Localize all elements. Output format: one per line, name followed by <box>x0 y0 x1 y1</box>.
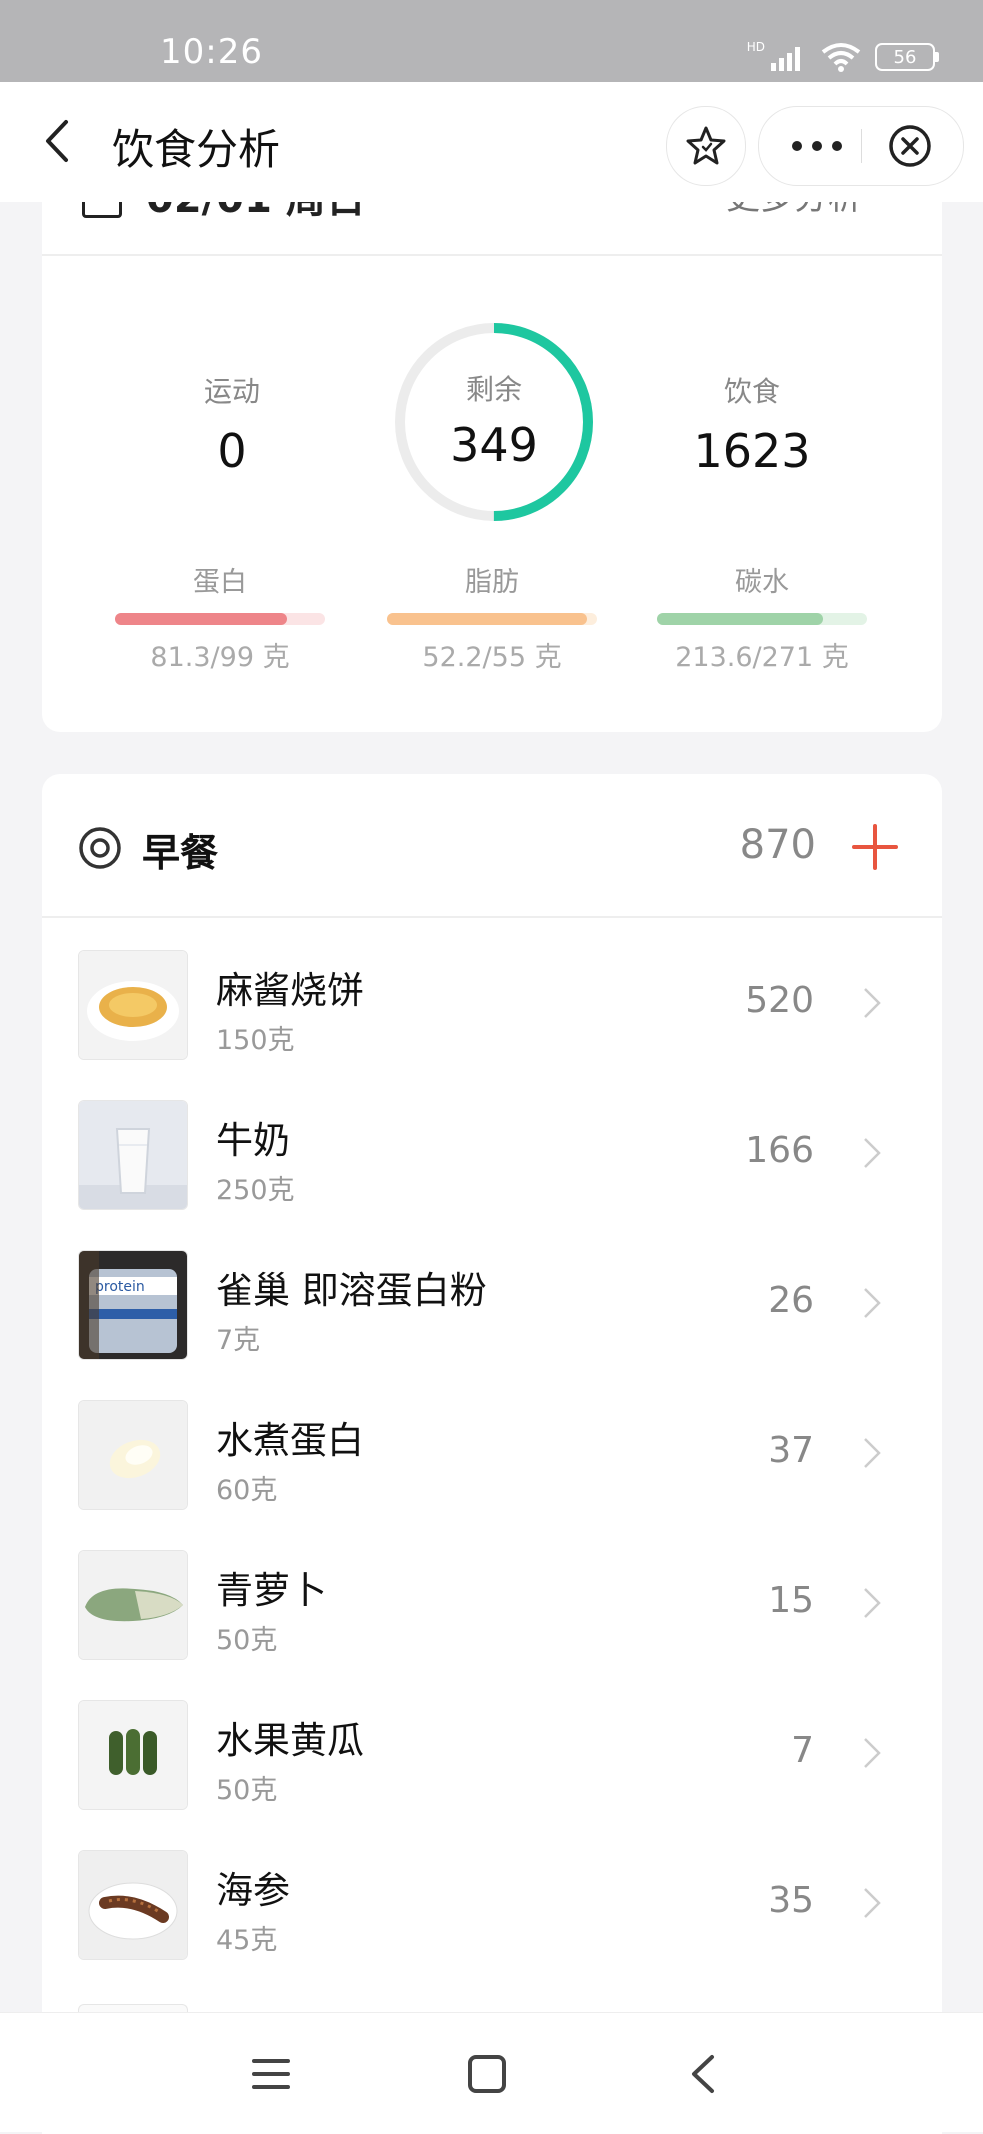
battery-icon: 56 <box>875 43 939 71</box>
network-label: HD <box>746 40 765 54</box>
divider <box>42 916 942 918</box>
food-item[interactable]: protein 雀巢 即溶蛋白粉 7克 26 <box>42 1228 942 1378</box>
food-name: 水煮蛋白 <box>216 1419 364 1462</box>
food-weight: 250克 <box>216 1175 295 1206</box>
macro-bar-fill <box>657 613 823 625</box>
status-bar: 10:26 HD 56 <box>0 0 983 82</box>
breakfast-card: 早餐 870 麻酱烧饼 150克 520 牛奶 250克 166 protein… <box>42 774 942 2134</box>
chevron-right-icon <box>864 988 881 1018</box>
macro-bar-fill <box>387 613 587 625</box>
food-image <box>78 1100 188 1210</box>
food-weight: 50克 <box>216 1775 278 1806</box>
macro-bar <box>657 613 867 625</box>
macro-label: 脂肪 <box>465 567 519 598</box>
intake-label: 饮食 <box>723 375 780 408</box>
remaining-value: 349 <box>450 418 538 472</box>
macro-label: 蛋白 <box>193 567 247 598</box>
food-image <box>78 1850 188 1960</box>
remaining-label: 剩余 <box>465 373 522 406</box>
divider <box>42 254 942 256</box>
macro-value: 52.2/55 克 <box>422 642 562 673</box>
food-item[interactable]: 水果黄瓜 50克 7 <box>42 1678 942 1828</box>
favorite-button[interactable] <box>666 106 746 186</box>
food-weight: 50克 <box>216 1625 278 1656</box>
close-icon[interactable] <box>887 123 933 169</box>
food-image <box>78 1700 188 1810</box>
food-item[interactable]: 青萝卜 50克 15 <box>42 1528 942 1678</box>
food-name: 水果黄瓜 <box>216 1719 364 1762</box>
summary-card: 02/01 周日 更多分析 运动 0 剩余 349 饮食 1623 蛋白 81.… <box>42 180 942 732</box>
wifi-icon <box>821 43 861 72</box>
food-weight: 150克 <box>216 1025 295 1056</box>
macro-protein: 蛋白 81.3/99 克 <box>115 560 325 674</box>
system-navigation-bar <box>0 2012 983 2132</box>
food-weight: 7克 <box>216 1325 261 1356</box>
food-calories: 520 <box>745 980 814 1021</box>
food-image <box>78 1550 188 1660</box>
remaining-ring: 剩余 349 <box>392 320 596 524</box>
food-weight: 45克 <box>216 1925 278 1956</box>
food-calories: 35 <box>768 1880 814 1921</box>
chevron-right-icon <box>864 1288 881 1318</box>
intake-stat: 饮食 1623 <box>642 370 862 478</box>
status-icons: HD 56 <box>746 40 939 74</box>
more-options-icon[interactable] <box>789 133 845 159</box>
star-icon <box>686 126 726 165</box>
food-name: 青萝卜 <box>216 1569 327 1612</box>
add-food-icon[interactable] <box>852 824 898 870</box>
food-name: 牛奶 <box>216 1119 290 1162</box>
food-weight: 60克 <box>216 1475 278 1506</box>
status-time: 10:26 <box>160 32 263 72</box>
chevron-right-icon <box>864 1438 881 1468</box>
nav-bar: 饮食分析 <box>0 82 983 202</box>
food-calories: 166 <box>745 1130 814 1171</box>
page-title: 饮食分析 <box>112 125 281 174</box>
exercise-value: 0 <box>217 424 247 478</box>
food-item[interactable]: 水煮蛋白 60克 37 <box>42 1378 942 1528</box>
meal-icon <box>79 827 121 869</box>
chevron-right-icon <box>864 1888 881 1918</box>
intake-value: 1623 <box>693 424 811 478</box>
home-icon[interactable] <box>464 2051 510 2097</box>
macro-label: 碳水 <box>735 567 789 598</box>
food-image <box>78 950 188 1060</box>
battery-level: 56 <box>893 46 917 68</box>
exercise-label: 运动 <box>203 375 260 408</box>
food-calories: 26 <box>768 1280 814 1321</box>
food-calories: 7 <box>791 1730 814 1771</box>
food-image <box>78 1400 188 1510</box>
food-calories: 37 <box>768 1430 814 1471</box>
signal-icon <box>771 47 800 71</box>
menu-icon[interactable] <box>248 2051 294 2097</box>
macro-value: 81.3/99 克 <box>150 642 290 673</box>
system-back-icon[interactable] <box>682 2051 728 2097</box>
meal-name: 早餐 <box>142 831 219 875</box>
food-item[interactable]: 牛奶 250克 166 <box>42 1078 942 1228</box>
food-image: protein <box>78 1250 188 1360</box>
mini-program-capsule <box>758 106 964 186</box>
macro-value: 213.6/271 克 <box>675 642 849 673</box>
exercise-stat: 运动 0 <box>122 370 342 478</box>
food-calories: 15 <box>768 1580 814 1621</box>
back-arrow-icon[interactable] <box>34 116 84 166</box>
food-name: 麻酱烧饼 <box>216 969 364 1012</box>
svg-text:protein: protein <box>95 1279 145 1295</box>
food-item[interactable]: 海参 45克 35 <box>42 1828 942 1978</box>
chevron-right-icon <box>864 1588 881 1618</box>
macro-bar-fill <box>115 613 288 625</box>
chevron-right-icon <box>864 1738 881 1768</box>
macro-bar <box>115 613 325 625</box>
macro-bar <box>387 613 597 625</box>
food-item[interactable]: 麻酱烧饼 150克 520 <box>42 928 942 1078</box>
food-name: 海参 <box>216 1869 290 1912</box>
macro-fat: 脂肪 52.2/55 克 <box>387 560 597 674</box>
macro-carbs: 碳水 213.6/271 克 <box>657 560 867 674</box>
meal-header: 早餐 870 <box>42 774 942 918</box>
chevron-right-icon <box>864 1138 881 1168</box>
meal-calories: 870 <box>739 822 816 868</box>
capsule-divider <box>861 129 862 163</box>
food-name: 雀巢 即溶蛋白粉 <box>216 1269 487 1312</box>
